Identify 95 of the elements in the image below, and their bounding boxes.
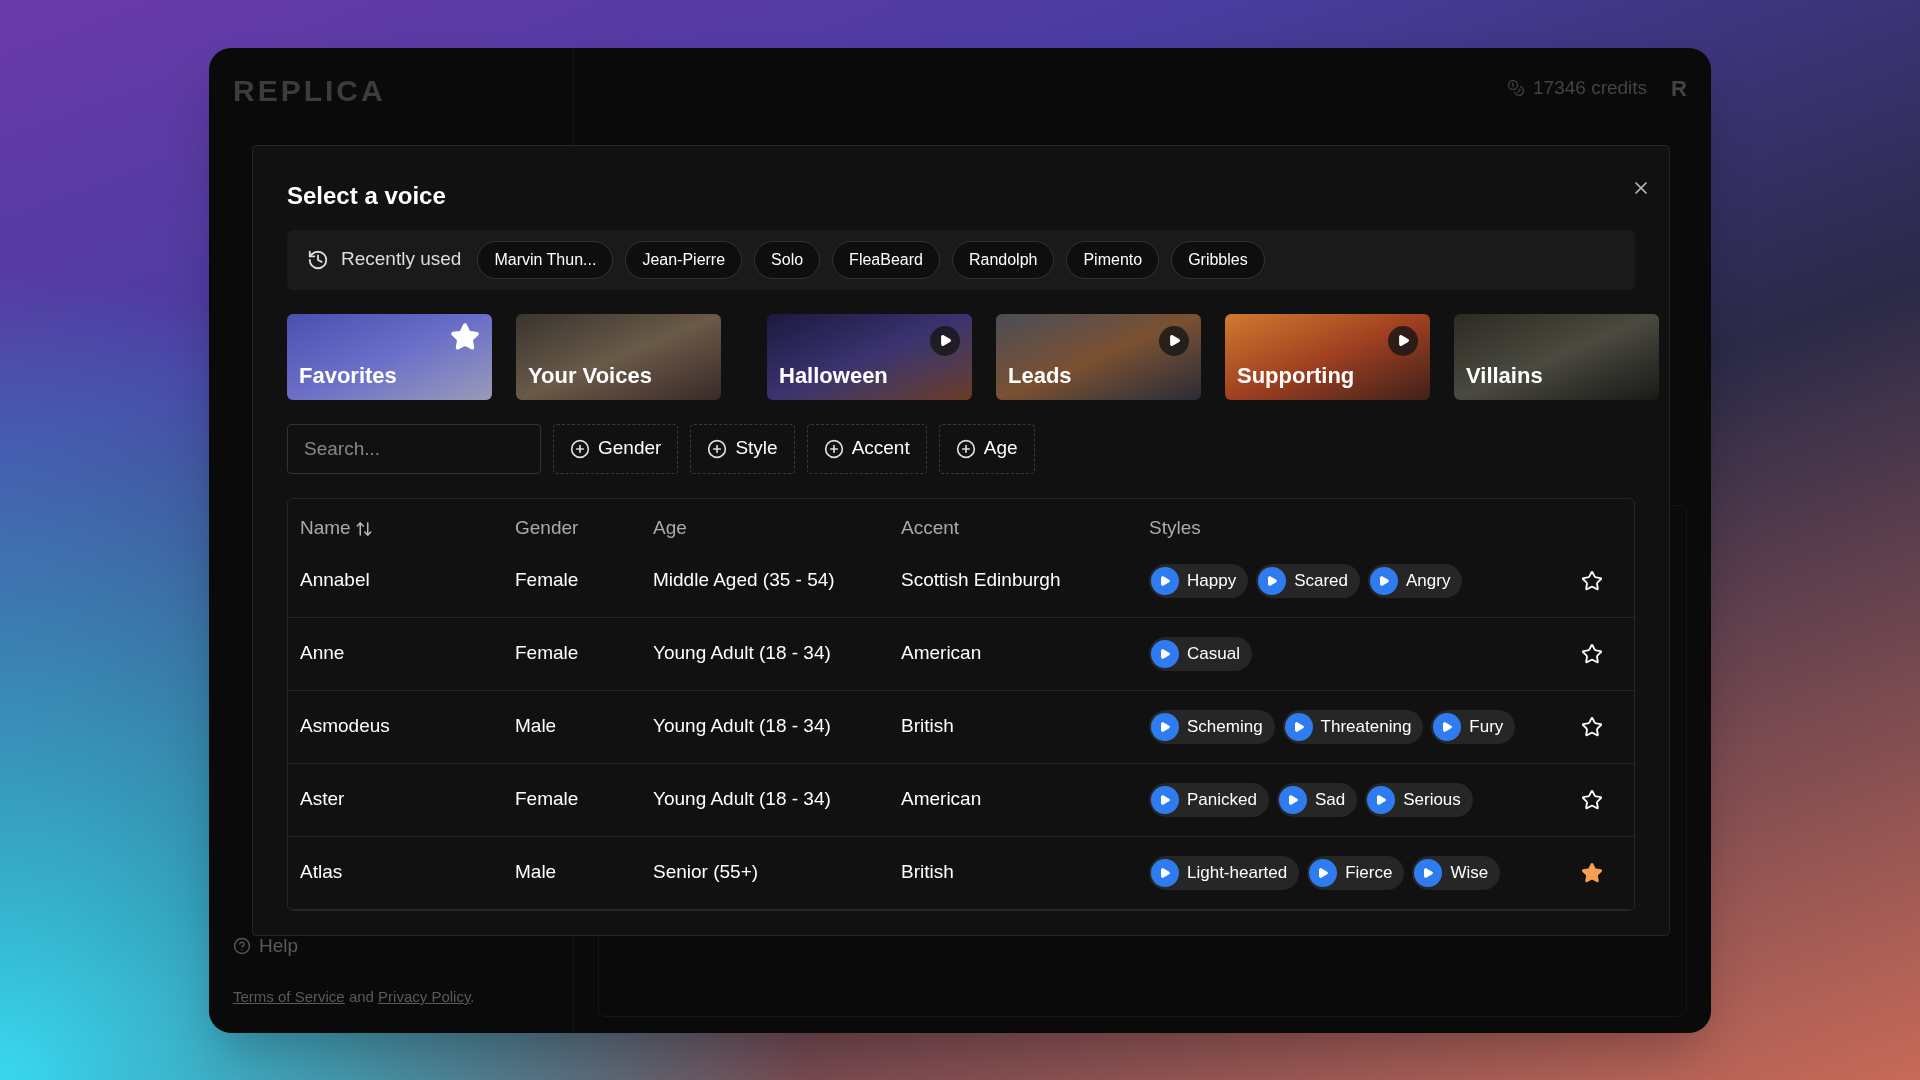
table-cell-text: Annabel — [300, 568, 371, 593]
style-chip[interactable]: Fierce — [1307, 855, 1405, 890]
star-icon[interactable] — [1581, 788, 1603, 811]
style-chip[interactable]: Threatening — [1282, 709, 1424, 744]
table-cell-text: Young Adult (18 - 34) — [653, 641, 832, 666]
style-chip[interactable]: Fury — [1431, 709, 1516, 744]
recent-voice-chip[interactable]: Marvin Thun... — [477, 240, 614, 279]
play-icon — [1367, 785, 1396, 814]
recent-label: Recently used — [341, 247, 462, 272]
style-chip[interactable]: Wise — [1412, 855, 1501, 890]
table-cell-text: Female — [515, 568, 580, 593]
style-chip[interactable]: Scared — [1256, 563, 1360, 598]
star-icon[interactable] — [1581, 715, 1603, 738]
table-cell-text: Middle Aged (35 - 54) — [653, 568, 836, 593]
table-cell-text: British — [901, 714, 955, 739]
recent-voice-chip[interactable]: FleaBeard — [832, 240, 940, 279]
recent-voice-chip[interactable]: Pimento — [1066, 240, 1160, 279]
table-cell-text: Anne — [300, 641, 346, 666]
style-chip[interactable]: Happy — [1149, 563, 1249, 598]
play-icon — [1159, 325, 1189, 356]
filter-button[interactable]: Style — [690, 423, 795, 474]
table-cell-text: Scottish Edinburgh — [901, 568, 1062, 593]
category-card[interactable]: Supporting — [1225, 313, 1430, 400]
column-header: Gender — [515, 516, 579, 541]
play-icon — [1433, 712, 1462, 741]
table-cell-text: American — [901, 641, 983, 666]
play-icon — [1309, 858, 1338, 887]
search-field[interactable]: Search... — [287, 423, 541, 474]
table-cell-text: Atlas — [300, 860, 344, 885]
recent-voice-chip[interactable]: Randolph — [951, 240, 1055, 279]
play-icon — [1278, 785, 1307, 814]
table-cell-text: Young Adult (18 - 34) — [653, 714, 832, 739]
filter-button[interactable]: Age — [938, 423, 1035, 474]
style-chip[interactable]: Scheming — [1149, 709, 1275, 744]
category-card[interactable]: Halloween — [767, 313, 972, 400]
column-header: Styles — [1149, 516, 1201, 541]
table-cell-text: Senior (55+) — [653, 860, 760, 885]
column-header: Age — [653, 516, 687, 541]
play-icon — [930, 325, 960, 356]
category-card[interactable]: Your Voices — [516, 313, 721, 400]
table-cell-text: Male — [515, 714, 558, 739]
coins-icon — [1507, 79, 1526, 97]
table-row[interactable]: Asmodeus Male Young Adult (18 - 34) British Scheming Threatening Fury — [288, 690, 1634, 764]
filter-button[interactable]: Gender — [553, 423, 679, 474]
table-row[interactable]: Anne Female Young Adult (18 - 34) American Casual — [288, 617, 1634, 691]
credits-balance: 17346 credits — [1533, 75, 1648, 100]
table-cell-text: Female — [515, 787, 580, 812]
category-card[interactable]: Villains — [1454, 313, 1659, 400]
plus-circle-icon — [955, 438, 976, 459]
style-chip[interactable]: Panicked — [1149, 782, 1269, 817]
table-cell-text: Female — [515, 641, 580, 666]
recent-voice-chip[interactable]: Solo — [754, 240, 821, 279]
recent-voice-chip[interactable]: Jean-Pierre — [625, 240, 743, 279]
table-cell-text: Young Adult (18 - 34) — [653, 787, 832, 812]
table-cell-text: Asmodeus — [300, 714, 391, 739]
style-chip[interactable]: Light-hearted — [1149, 855, 1300, 890]
star-icon[interactable] — [1581, 861, 1603, 884]
plus-circle-icon — [570, 438, 590, 459]
sort-icon[interactable] — [354, 519, 373, 538]
style-chip[interactable]: Sad — [1276, 782, 1358, 817]
table-cell-text: British — [901, 860, 955, 885]
plus-circle-icon — [707, 438, 728, 459]
category-card[interactable]: Favorites — [287, 313, 492, 400]
play-icon — [1284, 712, 1313, 741]
table-row[interactable]: Atlas Male Senior (55+) British Light-hearted Fierce Wise — [288, 836, 1634, 910]
star-icon[interactable] — [1581, 642, 1603, 665]
play-icon — [1151, 639, 1179, 668]
style-chip[interactable]: Angry — [1368, 563, 1463, 598]
play-icon — [1151, 712, 1179, 741]
plus-circle-icon — [823, 438, 844, 459]
play-icon — [1151, 566, 1179, 595]
style-chip[interactable]: Serious — [1365, 782, 1473, 817]
dialog-title: Select a voice — [287, 180, 446, 211]
table-row[interactable]: Aster Female Young Adult (18 - 34) American Panicked Sad Serious — [288, 763, 1634, 837]
help-icon — [233, 936, 251, 955]
style-chip[interactable]: Casual — [1149, 636, 1252, 671]
column-header: Accent — [901, 516, 960, 541]
table-cell-text: Male — [515, 860, 558, 885]
table-cell-text: American — [901, 787, 983, 812]
play-icon — [1370, 566, 1398, 595]
category-card[interactable]: Leads — [996, 313, 1201, 400]
play-icon — [1388, 325, 1418, 356]
filter-button[interactable]: Accent — [806, 423, 927, 474]
history-icon — [307, 248, 329, 271]
play-icon — [1414, 858, 1443, 887]
play-icon — [1151, 785, 1179, 814]
star-icon — [450, 321, 480, 352]
table-row[interactable]: Annabel Female Middle Aged (35 - 54) Scottish Edinburgh Happy Scared Angry — [288, 544, 1634, 618]
recent-voice-chip[interactable]: Gribbles — [1171, 240, 1265, 279]
table-cell-text: Aster — [300, 787, 346, 812]
star-icon[interactable] — [1581, 569, 1603, 592]
play-icon — [1151, 858, 1179, 887]
legal-text: Terms of Service and Privacy Policy. — [233, 987, 476, 1007]
column-header[interactable]: Name — [300, 514, 351, 543]
play-icon — [1258, 566, 1287, 595]
